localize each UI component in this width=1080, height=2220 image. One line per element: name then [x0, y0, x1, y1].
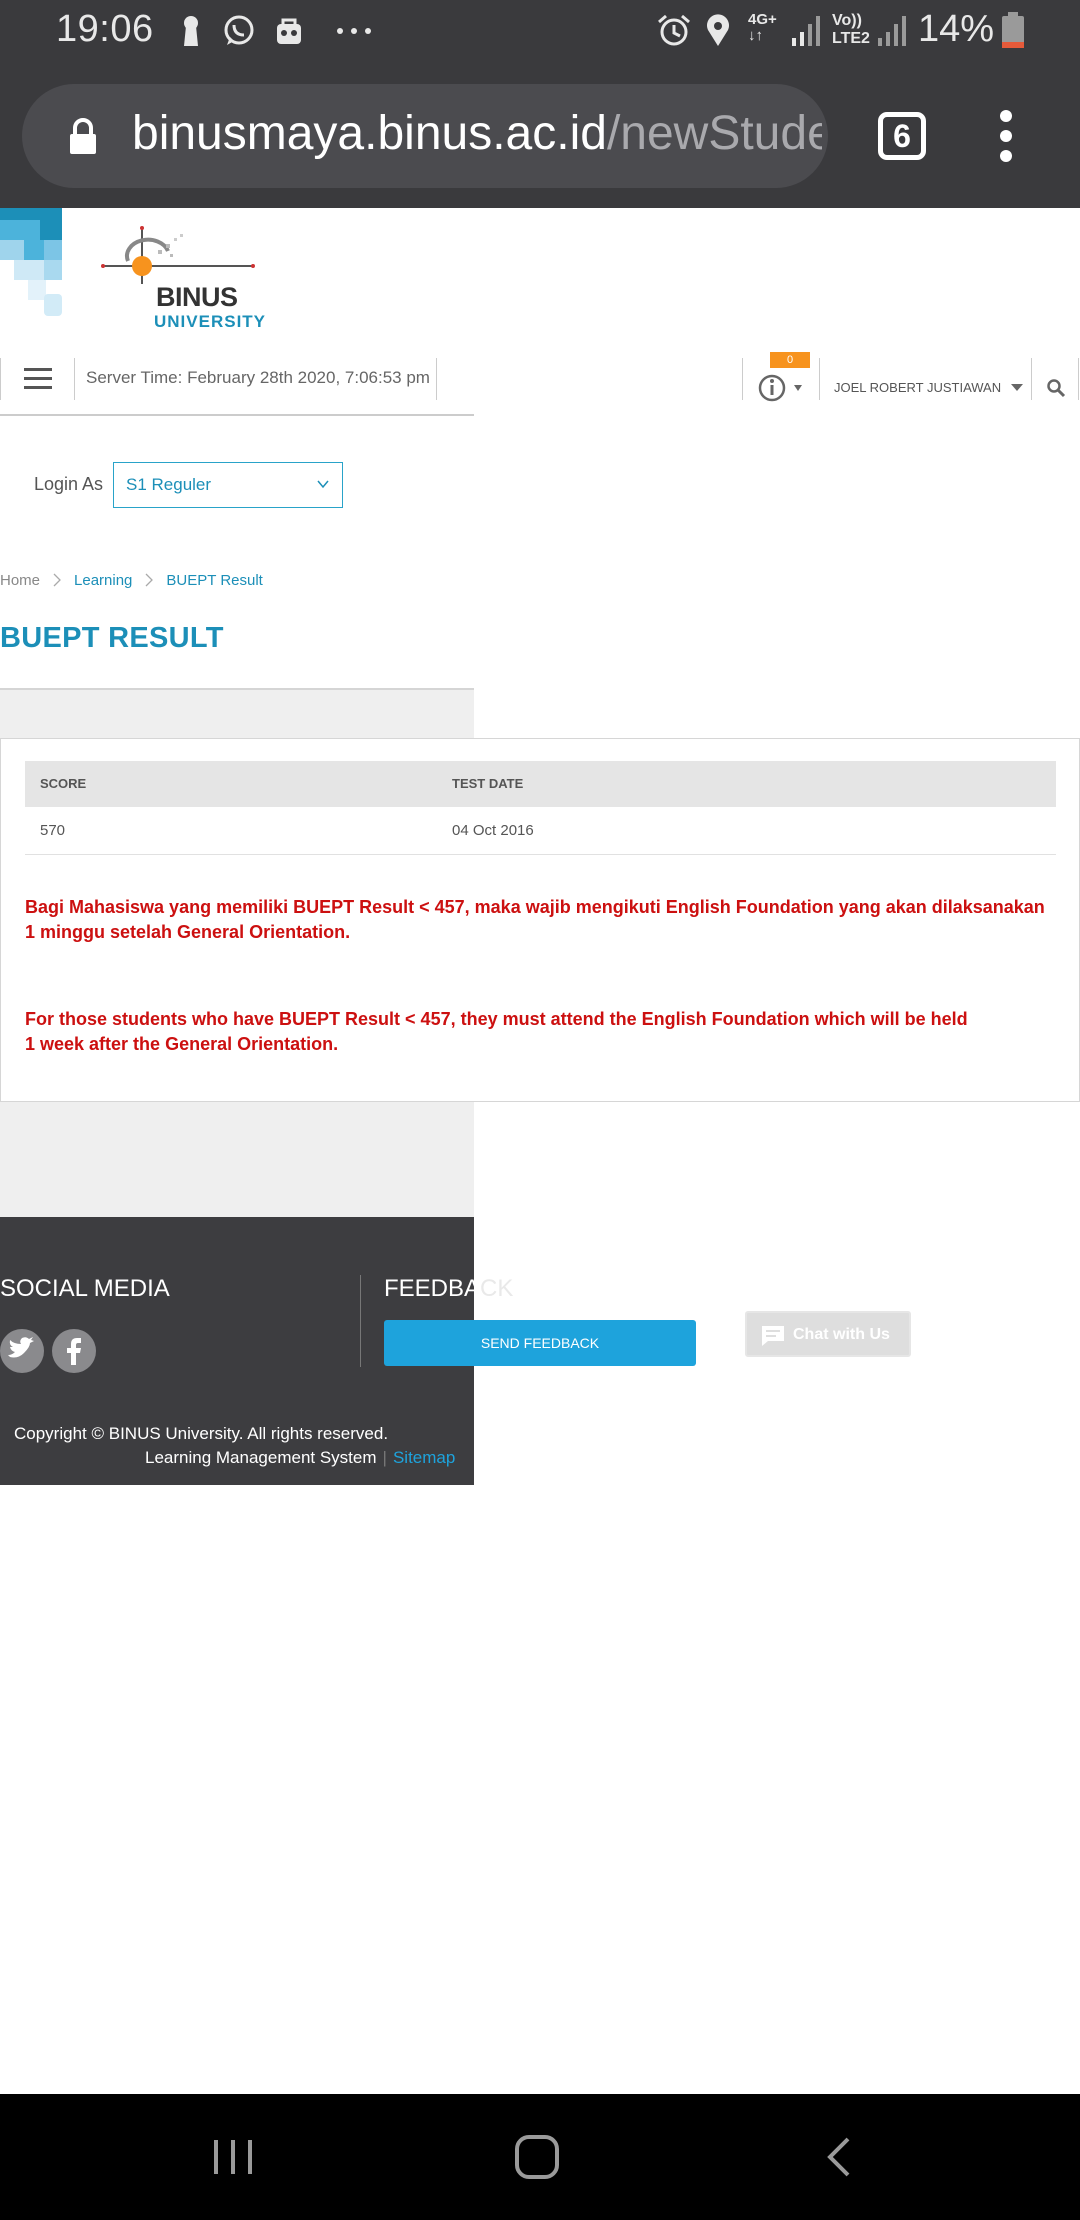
notice-english: For those students who have BUEPT Result…: [25, 1007, 1065, 1057]
twitter-icon: [8, 1337, 34, 1358]
4g-icon: 4G+ ↓↑: [748, 11, 777, 44]
cell-test-date: 04 Oct 2016: [452, 822, 534, 839]
send-feedback-button[interactable]: SEND FEEDBACK: [384, 1320, 696, 1366]
decorative-tiles: [0, 208, 62, 316]
signal-icon: [792, 16, 820, 46]
column-score: SCORE: [40, 776, 87, 791]
login-as-label: Login As: [34, 474, 104, 494]
feedback-title-b: CK: [480, 1275, 514, 1302]
lte2-label: LTE2: [832, 30, 870, 47]
page-title: BUEPT RESULT: [0, 622, 224, 654]
url-path: /newStude: [606, 107, 822, 160]
system-navigation-bar: [0, 2094, 1080, 2220]
logo-text-binus: BINUS: [156, 282, 238, 312]
lock-icon: [70, 118, 96, 154]
facebook-icon: [67, 1338, 81, 1365]
recent-apps-icon[interactable]: [212, 2138, 254, 2176]
cell-score: 570: [40, 822, 66, 839]
menu-kebab-icon[interactable]: [996, 108, 1016, 164]
status-time: 19:06: [56, 8, 154, 50]
battery-icon: [1002, 12, 1024, 48]
search-icon[interactable]: [1046, 378, 1066, 398]
keyhole-icon: [184, 16, 198, 46]
login-as-select[interactable]: S1 Reguler: [113, 462, 343, 508]
back-icon[interactable]: [822, 2136, 854, 2178]
notice-id-line-1: Bagi Mahasiswa yang memiliki BUEPT Resul…: [25, 897, 1045, 917]
url-text[interactable]: binusmaya.binus.ac.id/newStude: [132, 106, 822, 161]
notice-indonesian: Bagi Mahasiswa yang memiliki BUEPT Resul…: [25, 895, 1065, 945]
volte-label: Vo)): [832, 12, 862, 29]
chevron-down-icon: [317, 480, 329, 489]
feedback-title-a: FEEDBA: [384, 1275, 481, 1302]
login-as-value: S1 Reguler: [126, 475, 212, 494]
server-time: Server Time: February 28th 2020, 7:06:53…: [86, 368, 430, 387]
breadcrumb-home[interactable]: Home: [0, 572, 40, 589]
tab-switcher-button[interactable]: 6: [878, 112, 926, 160]
feedback-title: FEEDBACK: [384, 1275, 513, 1303]
caret-down-icon: [1010, 384, 1023, 391]
social-media-title: SOCIAL MEDIA: [0, 1275, 170, 1302]
user-name-dropdown[interactable]: JOEL ROBERT JUSTIAWAN: [834, 380, 1023, 395]
bag-icon: [277, 18, 301, 44]
breadcrumb: Home Learning BUEPT Result: [0, 572, 263, 589]
hamburger-menu-icon[interactable]: [24, 368, 52, 390]
chat-with-us-button[interactable]: Chat with Us: [745, 1311, 911, 1357]
header-logo-area: BINUS UNIVERSITY: [0, 208, 1080, 348]
chat-bubble-icon: [762, 1326, 784, 1346]
notice-en-line-2: 1 week after the General Orientation.: [25, 1034, 339, 1054]
facebook-button[interactable]: [52, 1329, 96, 1373]
signal2-icon: [878, 16, 906, 46]
breadcrumb-current[interactable]: BUEPT Result: [166, 572, 262, 589]
alarm-icon: [658, 14, 690, 46]
browser-toolbar: binusmaya.binus.ac.id/newStude 6: [0, 64, 1080, 208]
url-host: binusmaya.binus.ac.id: [132, 107, 607, 160]
breadcrumb-learning[interactable]: Learning: [74, 572, 132, 589]
info-dropdown-icon[interactable]: [758, 373, 808, 403]
logo-text-university: UNIVERSITY: [154, 312, 267, 331]
table-header: SCORE TEST DATE: [25, 761, 1056, 807]
web-page: BINUS UNIVERSITY Server Time: February 2…: [0, 208, 1080, 2093]
footer-links: Learning Management System | Sitemap: [145, 1448, 456, 1467]
home-icon[interactable]: [514, 2134, 560, 2180]
address-bar[interactable]: binusmaya.binus.ac.id/newStude: [22, 84, 828, 188]
column-test-date: TEST DATE: [452, 776, 524, 791]
location-icon: [707, 14, 729, 46]
network-label: 4G+: [748, 11, 777, 28]
sitemap-link[interactable]: Sitemap: [393, 1448, 455, 1467]
binus-logo: BINUS UNIVERSITY: [98, 226, 278, 346]
notice-en-line-1: For those students who have BUEPT Result…: [25, 1009, 968, 1029]
table-row: 570 04 Oct 2016: [25, 807, 1056, 855]
chevron-right-icon: [145, 573, 154, 587]
twitter-button[interactable]: [0, 1329, 44, 1373]
user-name: JOEL ROBERT JUSTIAWAN: [834, 380, 1002, 395]
chat-label: Chat with Us: [793, 1326, 890, 1343]
notice-id-line-2: 1 minggu setelah General Orientation.: [25, 922, 351, 942]
whatsapp-icon: [224, 15, 254, 45]
more-dots-icon: [337, 28, 371, 34]
binus-logo-mark: [101, 226, 255, 284]
notification-badge: 0: [770, 352, 810, 368]
battery-percent: 14%: [918, 8, 995, 50]
status-bar: 19:06 4G+ ↓↑ Vo)) LTE2 14%: [0, 0, 1080, 64]
chevron-right-icon: [53, 573, 61, 587]
lms-text: Learning Management System: [145, 1448, 377, 1467]
volte-lte2-icon: Vo)) LTE2: [832, 12, 870, 48]
copyright-text: Copyright © BINUS University. All rights…: [14, 1424, 389, 1443]
result-card: SCORE TEST DATE 570 04 Oct 2016 Bagi Mah…: [0, 738, 1080, 1102]
